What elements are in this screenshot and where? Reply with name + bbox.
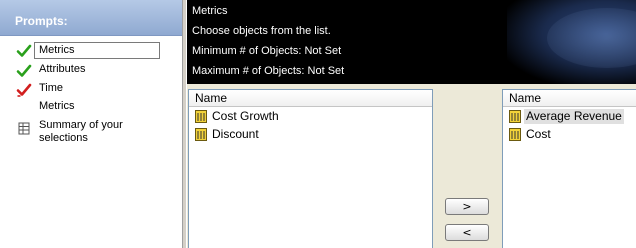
metric-icon xyxy=(509,128,521,141)
selected-list-header[interactable]: Name xyxy=(503,90,636,107)
prompt-info-banner: Metrics Choose objects from the list. Mi… xyxy=(187,0,636,84)
prompt-item-label: Summary of your selections xyxy=(39,119,123,144)
banner-instruction: Choose objects from the list. xyxy=(192,25,331,37)
prompt-item-metrics-2[interactable]: Metrics xyxy=(0,98,182,116)
prompt-item-metrics[interactable]: Metrics xyxy=(0,41,182,59)
list-item[interactable]: Average Revenue xyxy=(503,108,636,125)
metric-icon xyxy=(509,110,521,123)
list-item[interactable]: Cost xyxy=(503,126,636,143)
selected-objects-list[interactable]: Name Average Revenue Cost xyxy=(502,89,636,248)
green-check-icon xyxy=(16,64,32,77)
prompt-item-label: Metrics xyxy=(34,42,160,59)
available-list-header[interactable]: Name xyxy=(189,90,432,107)
red-check-icon xyxy=(16,83,32,97)
green-check-icon xyxy=(16,44,32,57)
add-selection-button[interactable]: > xyxy=(445,198,489,215)
prompts-title: Prompts: xyxy=(15,14,68,28)
list-item-label: Cost xyxy=(526,127,551,141)
list-item[interactable]: Cost Growth xyxy=(189,108,432,125)
prompt-item-label: Metrics xyxy=(39,100,75,112)
prompts-panel: Prompts: Metrics Attributes Time Metrics… xyxy=(0,0,182,248)
banner-title: Metrics xyxy=(192,5,228,17)
list-item-label: Cost Growth xyxy=(212,109,279,123)
prompt-item-label: Time xyxy=(39,82,64,94)
metric-icon xyxy=(195,110,207,123)
prompt-item-attributes[interactable]: Attributes xyxy=(0,61,182,79)
list-item-label: Discount xyxy=(212,127,259,141)
prompt-item-summary[interactable]: Summary of your selections xyxy=(0,117,182,147)
panel-divider xyxy=(182,0,186,248)
summary-grid-icon xyxy=(18,122,30,135)
prompt-item-time[interactable]: Time xyxy=(0,80,182,98)
list-item-label: Average Revenue xyxy=(524,109,624,124)
list-item[interactable]: Discount xyxy=(189,126,432,143)
prompt-item-label: Attributes xyxy=(39,63,86,75)
available-objects-list[interactable]: Name Cost Growth Discount xyxy=(188,89,433,248)
banner-max-objects: Maximum # of Objects: Not Set xyxy=(192,65,345,77)
metric-icon xyxy=(195,128,207,141)
remove-selection-button[interactable]: < xyxy=(445,224,489,241)
prompts-header: Prompts: xyxy=(0,0,182,36)
banner-min-objects: Minimum # of Objects: Not Set xyxy=(192,45,342,57)
